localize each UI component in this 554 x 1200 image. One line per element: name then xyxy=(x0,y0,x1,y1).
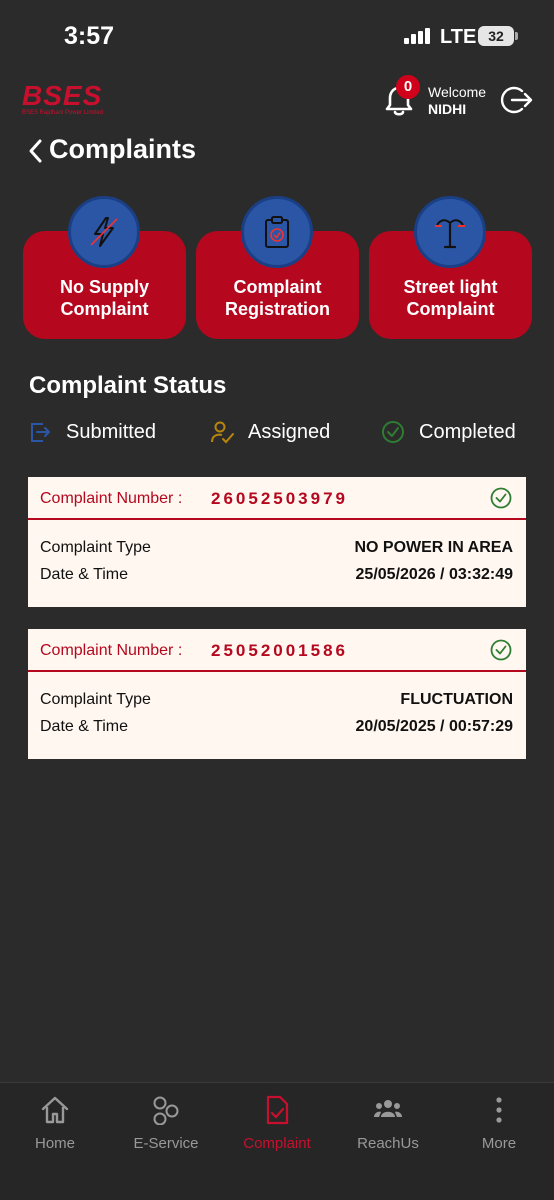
nav-home-label: Home xyxy=(34,1135,75,1152)
notification-badge: 0 xyxy=(396,75,420,99)
page-title: Complaints xyxy=(49,134,197,164)
nav-complaint[interactable]: Complaint xyxy=(222,1083,332,1163)
nav-e-service-label: E-Service xyxy=(133,1135,199,1152)
clipboard-icon xyxy=(241,196,313,268)
complaint-registration-label: Complaint Registration xyxy=(224,277,330,319)
street-light-complaint-label: Street light Complaint xyxy=(403,277,498,319)
nav-home[interactable]: Home xyxy=(0,1083,110,1163)
bses-logo: BSES BSES Rajdhani Power Limited xyxy=(22,80,124,119)
complaint-number-label: Complaint Number : xyxy=(40,490,183,507)
logout-icon[interactable] xyxy=(500,84,534,116)
nav-e-service[interactable]: E-Service xyxy=(111,1083,221,1163)
date-time-label: Date & Time xyxy=(40,566,129,583)
nav-more-label: More xyxy=(481,1135,517,1152)
lightning-icon xyxy=(68,196,140,268)
date-time-value: 20/05/2025 / 00:57:29 xyxy=(355,718,513,735)
complaint-card[interactable]: Complaint Number : 25052001586 Complaint… xyxy=(28,629,526,759)
reachus-icon xyxy=(374,1100,402,1117)
battery-icon: 32 xyxy=(478,26,514,46)
complaint-number-label: Complaint Number : xyxy=(40,642,183,659)
complaint-type-value: FLUCTUATION xyxy=(400,691,513,708)
completed-status-icon xyxy=(490,487,512,509)
complaint-card[interactable]: Complaint Number : 26052503979 Complaint… xyxy=(28,477,526,607)
back-icon[interactable] xyxy=(26,138,46,164)
nav-more[interactable]: More xyxy=(444,1083,554,1163)
nav-complaint-label: Complaint xyxy=(243,1135,311,1152)
complaint-card-header: Complaint Number : 26052503979 xyxy=(28,477,526,520)
assigned-icon xyxy=(211,421,234,444)
date-time-label: Date & Time xyxy=(40,718,129,735)
completed-icon xyxy=(382,421,404,443)
battery-nub xyxy=(515,32,518,40)
username: NIDHI xyxy=(428,101,467,117)
submitted-icon xyxy=(31,423,50,442)
home-icon xyxy=(41,1096,69,1124)
legend-submitted: Submitted xyxy=(66,421,157,443)
no-supply-complaint-label: No Supply Complaint xyxy=(60,277,149,319)
bottom-nav: Home E-Service Complaint ReachUs More xyxy=(0,1082,554,1200)
network-type: LTE xyxy=(440,26,477,48)
status-time: 3:57 xyxy=(64,22,115,50)
logo-text: BSES xyxy=(22,80,103,111)
status-bar: 3:57 LTE 32 xyxy=(0,0,554,70)
complaint-type-label: Complaint Type xyxy=(40,539,151,556)
complaint-icon xyxy=(266,1095,289,1125)
completed-status-icon xyxy=(490,639,512,661)
e-service-icon xyxy=(153,1096,179,1125)
nav-reachus-label: ReachUs xyxy=(357,1135,419,1152)
complaint-type-label: Complaint Type xyxy=(40,691,151,708)
complaint-number: 26052503979 xyxy=(211,489,349,508)
welcome-text: Welcome xyxy=(428,84,487,100)
signal-icon xyxy=(404,28,434,46)
complaint-card-header: Complaint Number : 25052001586 xyxy=(28,629,526,672)
complaint-status-title: Complaint Status xyxy=(29,372,227,399)
complaint-type-value: NO POWER IN AREA xyxy=(354,539,513,556)
legend-completed: Completed xyxy=(419,421,516,443)
complaint-number: 25052001586 xyxy=(211,641,349,660)
nav-reachus[interactable]: ReachUs xyxy=(333,1083,443,1163)
logo-tagline: BSES Rajdhani Power Limited xyxy=(22,110,104,116)
legend-assigned: Assigned xyxy=(248,421,331,443)
more-icon xyxy=(496,1097,502,1123)
street-light-icon xyxy=(414,196,486,268)
date-time-value: 25/05/2026 / 03:32:49 xyxy=(355,566,513,583)
